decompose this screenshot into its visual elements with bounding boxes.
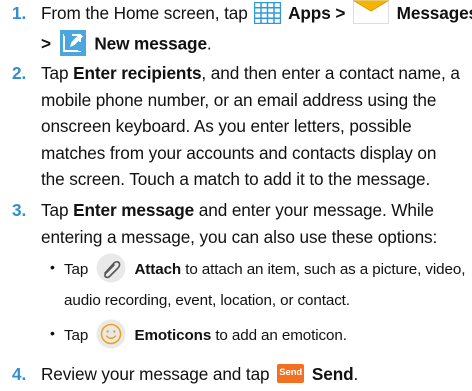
step-number: 3. bbox=[12, 200, 27, 220]
step-3-text: Tap Enter message and enter your message… bbox=[41, 200, 438, 247]
apps-icon bbox=[254, 2, 282, 25]
step-number: 2. bbox=[12, 63, 27, 83]
step-number: 4. bbox=[12, 364, 27, 384]
instructions-page: 1. From the Home screen, tap Apps > Mess… bbox=[0, 0, 472, 391]
step-number: 1. bbox=[12, 3, 27, 23]
step-1-text: From the Home screen, tap Apps > Message… bbox=[41, 0, 472, 58]
send-icon: Send bbox=[277, 363, 305, 383]
new-message-icon bbox=[59, 30, 86, 57]
smiley-icon bbox=[96, 319, 126, 349]
step-2-text: Tap Enter recipients, and then enter a c… bbox=[41, 63, 460, 189]
paperclip-icon bbox=[96, 253, 126, 283]
step-4-text: Review your message and tap Send Send. bbox=[41, 363, 359, 384]
messages-icon bbox=[352, 0, 389, 25]
